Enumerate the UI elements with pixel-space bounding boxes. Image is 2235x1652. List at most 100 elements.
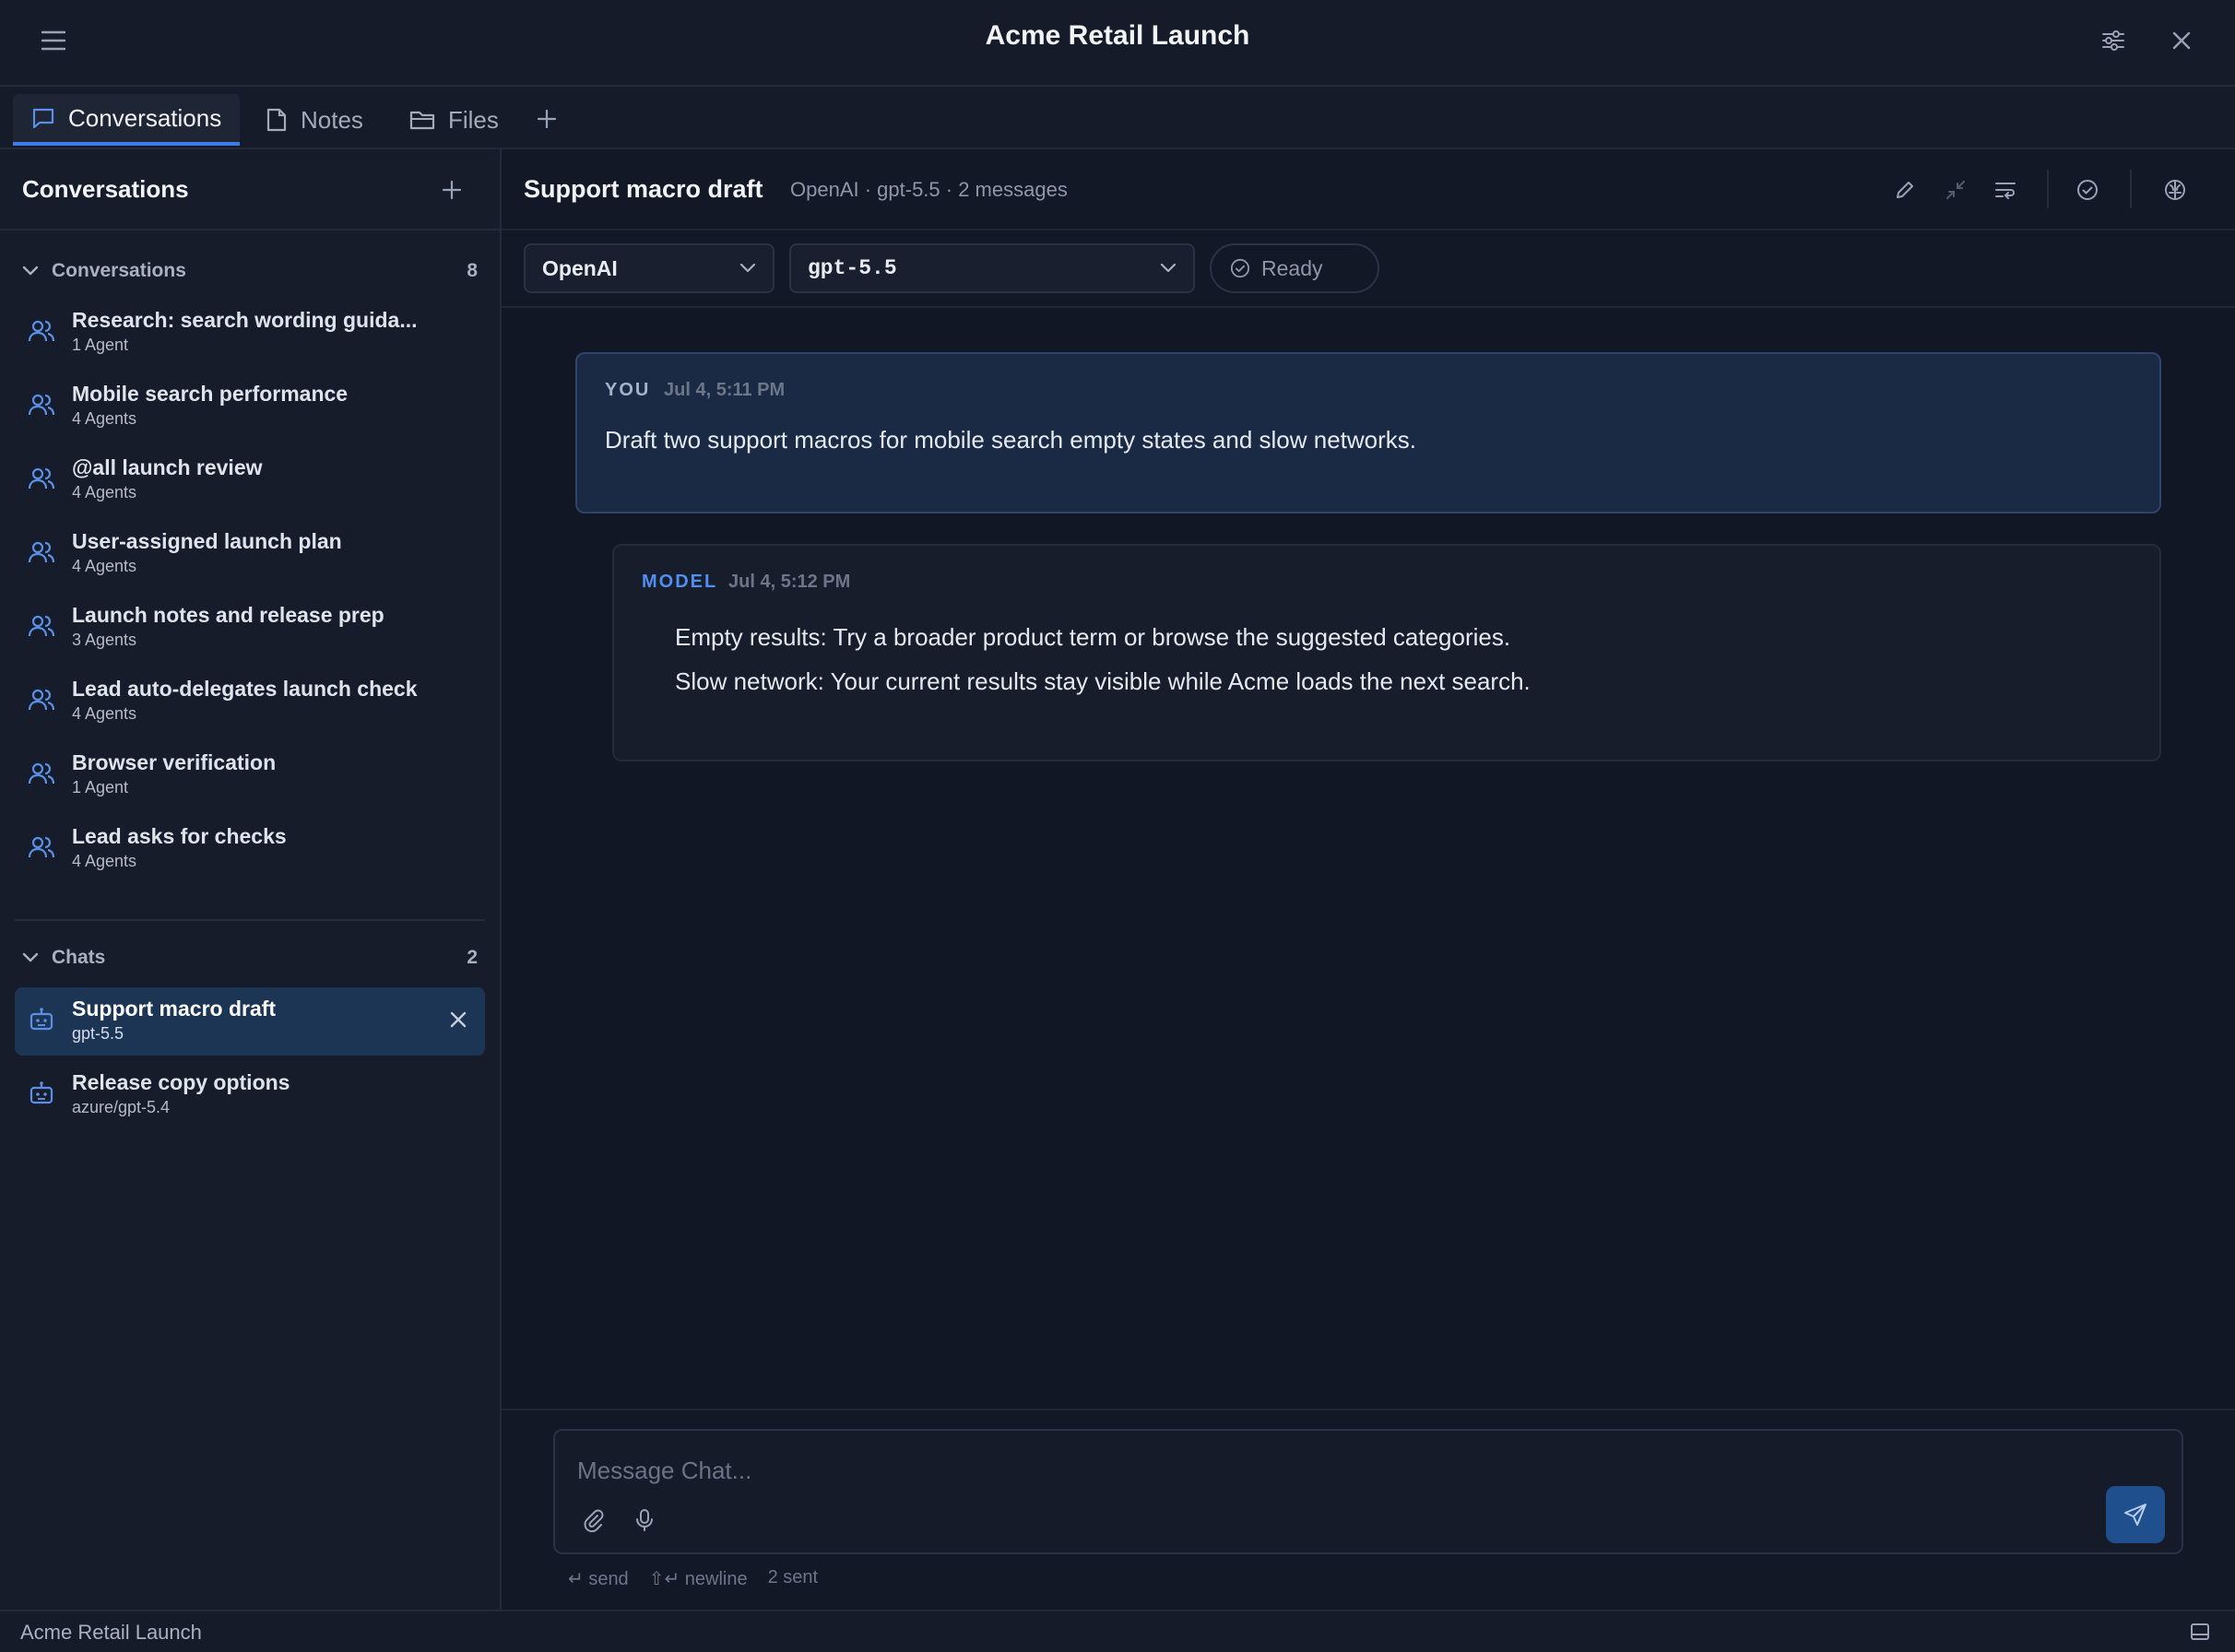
tab-files[interactable]: Files	[391, 94, 511, 146]
new-conversation-button[interactable]	[435, 173, 468, 206]
chat-name: Support macro draft	[72, 997, 277, 1021]
pencil-icon	[1894, 179, 1916, 201]
conversation-agent-count: 4 Agents	[72, 483, 137, 502]
agents-icon	[28, 317, 55, 345]
settings-sliders-icon[interactable]	[2097, 24, 2130, 57]
check-circle-icon	[1230, 258, 1250, 278]
conversation-agent-count: 1 Agent	[72, 336, 129, 354]
plus-icon	[442, 180, 462, 200]
conversation-agent-count: 4 Agents	[72, 409, 137, 428]
voice-input-button[interactable]	[629, 1504, 660, 1536]
conversation-item[interactable]: Mobile search performance 4 Agents	[15, 372, 485, 441]
wrap-text-icon	[1994, 180, 2016, 200]
chat-bubble-icon	[31, 106, 55, 130]
chat-header: Support macro draft OpenAI · gpt-5.5 · 2…	[502, 149, 2235, 230]
conversation-item[interactable]: Lead auto-delegates launch check 4 Agent…	[15, 667, 485, 736]
chevron-down-icon	[22, 952, 39, 963]
chat-item[interactable]: Release copy options azure/gpt-5.4	[15, 1061, 485, 1129]
message-text-line: Slow network: Your current results stay …	[675, 667, 1531, 695]
conversation-name: Launch notes and release prep	[72, 603, 384, 627]
section-count: 8	[467, 260, 478, 281]
section-label: Conversations	[52, 260, 186, 281]
conversation-name: Lead asks for checks	[72, 824, 287, 848]
panel-icon	[2190, 1622, 2210, 1641]
agents-icon	[28, 391, 55, 419]
conversation-item[interactable]: Lead asks for checks 4 Agents	[15, 815, 485, 883]
mark-done-button[interactable]	[2069, 171, 2106, 208]
sidebar-title: Conversations	[22, 175, 189, 203]
agents-icon	[28, 538, 55, 566]
plus-icon	[537, 109, 557, 129]
hint-send: ↵ send	[568, 1569, 629, 1589]
brain-icon	[2163, 178, 2187, 202]
status-badge: Ready	[1210, 243, 1379, 293]
chat-item-selected[interactable]: Support macro draft gpt-5.5	[15, 987, 485, 1056]
conversation-name: Research: search wording guida...	[72, 308, 418, 332]
microphone-icon	[634, 1508, 655, 1532]
conversation-item[interactable]: @all launch review 4 Agents	[15, 446, 485, 514]
hint-sent-count: 2 sent	[767, 1567, 819, 1587]
conversation-name: @all launch review	[72, 455, 263, 479]
section-header-chats[interactable]: Chats 2	[22, 939, 478, 976]
add-tab-button[interactable]	[529, 101, 564, 136]
message-role: YOU	[605, 380, 651, 400]
message-text: Draft two support macros for mobile sear…	[605, 426, 1417, 454]
conversation-agent-count: 4 Agents	[72, 704, 137, 723]
toolbar-separator	[2130, 170, 2132, 208]
model-select-value: gpt-5.5	[808, 256, 897, 280]
wrap-text-button[interactable]	[1987, 171, 2024, 208]
composer-hints: ↵ send ⇧↵ newline 2 sent	[568, 1567, 818, 1590]
status-bar-text: Acme Retail Launch	[20, 1621, 202, 1644]
chevron-down-icon	[22, 266, 39, 277]
collapse-button[interactable]	[1937, 171, 1974, 208]
close-chat-icon[interactable]	[450, 1011, 467, 1028]
tab-bar: Conversations Notes Files	[0, 87, 2235, 149]
agents-icon	[28, 465, 55, 492]
conversation-item[interactable]: Browser verification 1 Agent	[15, 741, 485, 809]
status-bar: Acme Retail Launch	[0, 1610, 2235, 1652]
brain-button[interactable]	[2157, 171, 2194, 208]
chat-name: Release copy options	[72, 1070, 290, 1094]
conversation-item[interactable]: User-assigned launch plan 4 Agents	[15, 520, 485, 588]
model-bar: OpenAI gpt-5.5 Ready	[502, 230, 2235, 308]
tab-label: Files	[448, 105, 499, 134]
title-bar: Acme Retail Launch	[0, 0, 2235, 87]
agents-icon	[28, 760, 55, 787]
conversation-item[interactable]: Research: search wording guida... 1 Agen…	[15, 299, 485, 367]
chat-title: Support macro draft	[524, 175, 763, 203]
tab-conversations[interactable]: Conversations	[13, 94, 240, 146]
toggle-panel-button[interactable]	[2185, 1617, 2215, 1646]
note-icon	[266, 108, 288, 132]
tab-label: Conversations	[68, 103, 222, 132]
conversation-agent-count: 4 Agents	[72, 852, 137, 870]
section-header-conversations[interactable]: Conversations 8	[22, 253, 478, 289]
section-label: Chats	[52, 947, 106, 968]
message-input[interactable]	[575, 1451, 1962, 1490]
conversation-agent-count: 1 Agent	[72, 778, 129, 796]
conversation-name: Browser verification	[72, 750, 277, 774]
message-text-line: Empty results: Try a broader product ter…	[675, 623, 1511, 651]
message-role: MODEL	[642, 572, 718, 592]
toolbar-separator	[2047, 170, 2049, 208]
model-message: MODEL Jul 4, 5:12 PM Empty results: Try …	[612, 544, 2161, 761]
tab-notes[interactable]: Notes	[247, 94, 376, 146]
chat-model: gpt-5.5	[72, 1024, 124, 1043]
conversation-name: Mobile search performance	[72, 382, 349, 406]
conversation-item[interactable]: Launch notes and release prep 3 Agents	[15, 594, 485, 662]
attach-button[interactable]	[577, 1504, 609, 1536]
sidebar: Conversations Conversations 8 Research: …	[0, 149, 502, 1610]
app-title: Acme Retail Launch	[985, 20, 1250, 51]
chat-model: azure/gpt-5.4	[72, 1098, 171, 1116]
close-window-icon[interactable]	[2165, 24, 2198, 57]
conversation-agent-count: 4 Agents	[72, 557, 137, 575]
edit-button[interactable]	[1886, 171, 1923, 208]
message-time: Jul 4, 5:12 PM	[728, 572, 851, 592]
agents-icon	[28, 686, 55, 714]
provider-select[interactable]: OpenAI	[524, 243, 775, 293]
agents-icon	[28, 612, 55, 640]
folder-icon	[409, 109, 435, 131]
send-icon	[2123, 1502, 2148, 1528]
send-button[interactable]	[2106, 1486, 2165, 1543]
model-select[interactable]: gpt-5.5	[789, 243, 1195, 293]
paperclip-icon	[582, 1508, 604, 1532]
